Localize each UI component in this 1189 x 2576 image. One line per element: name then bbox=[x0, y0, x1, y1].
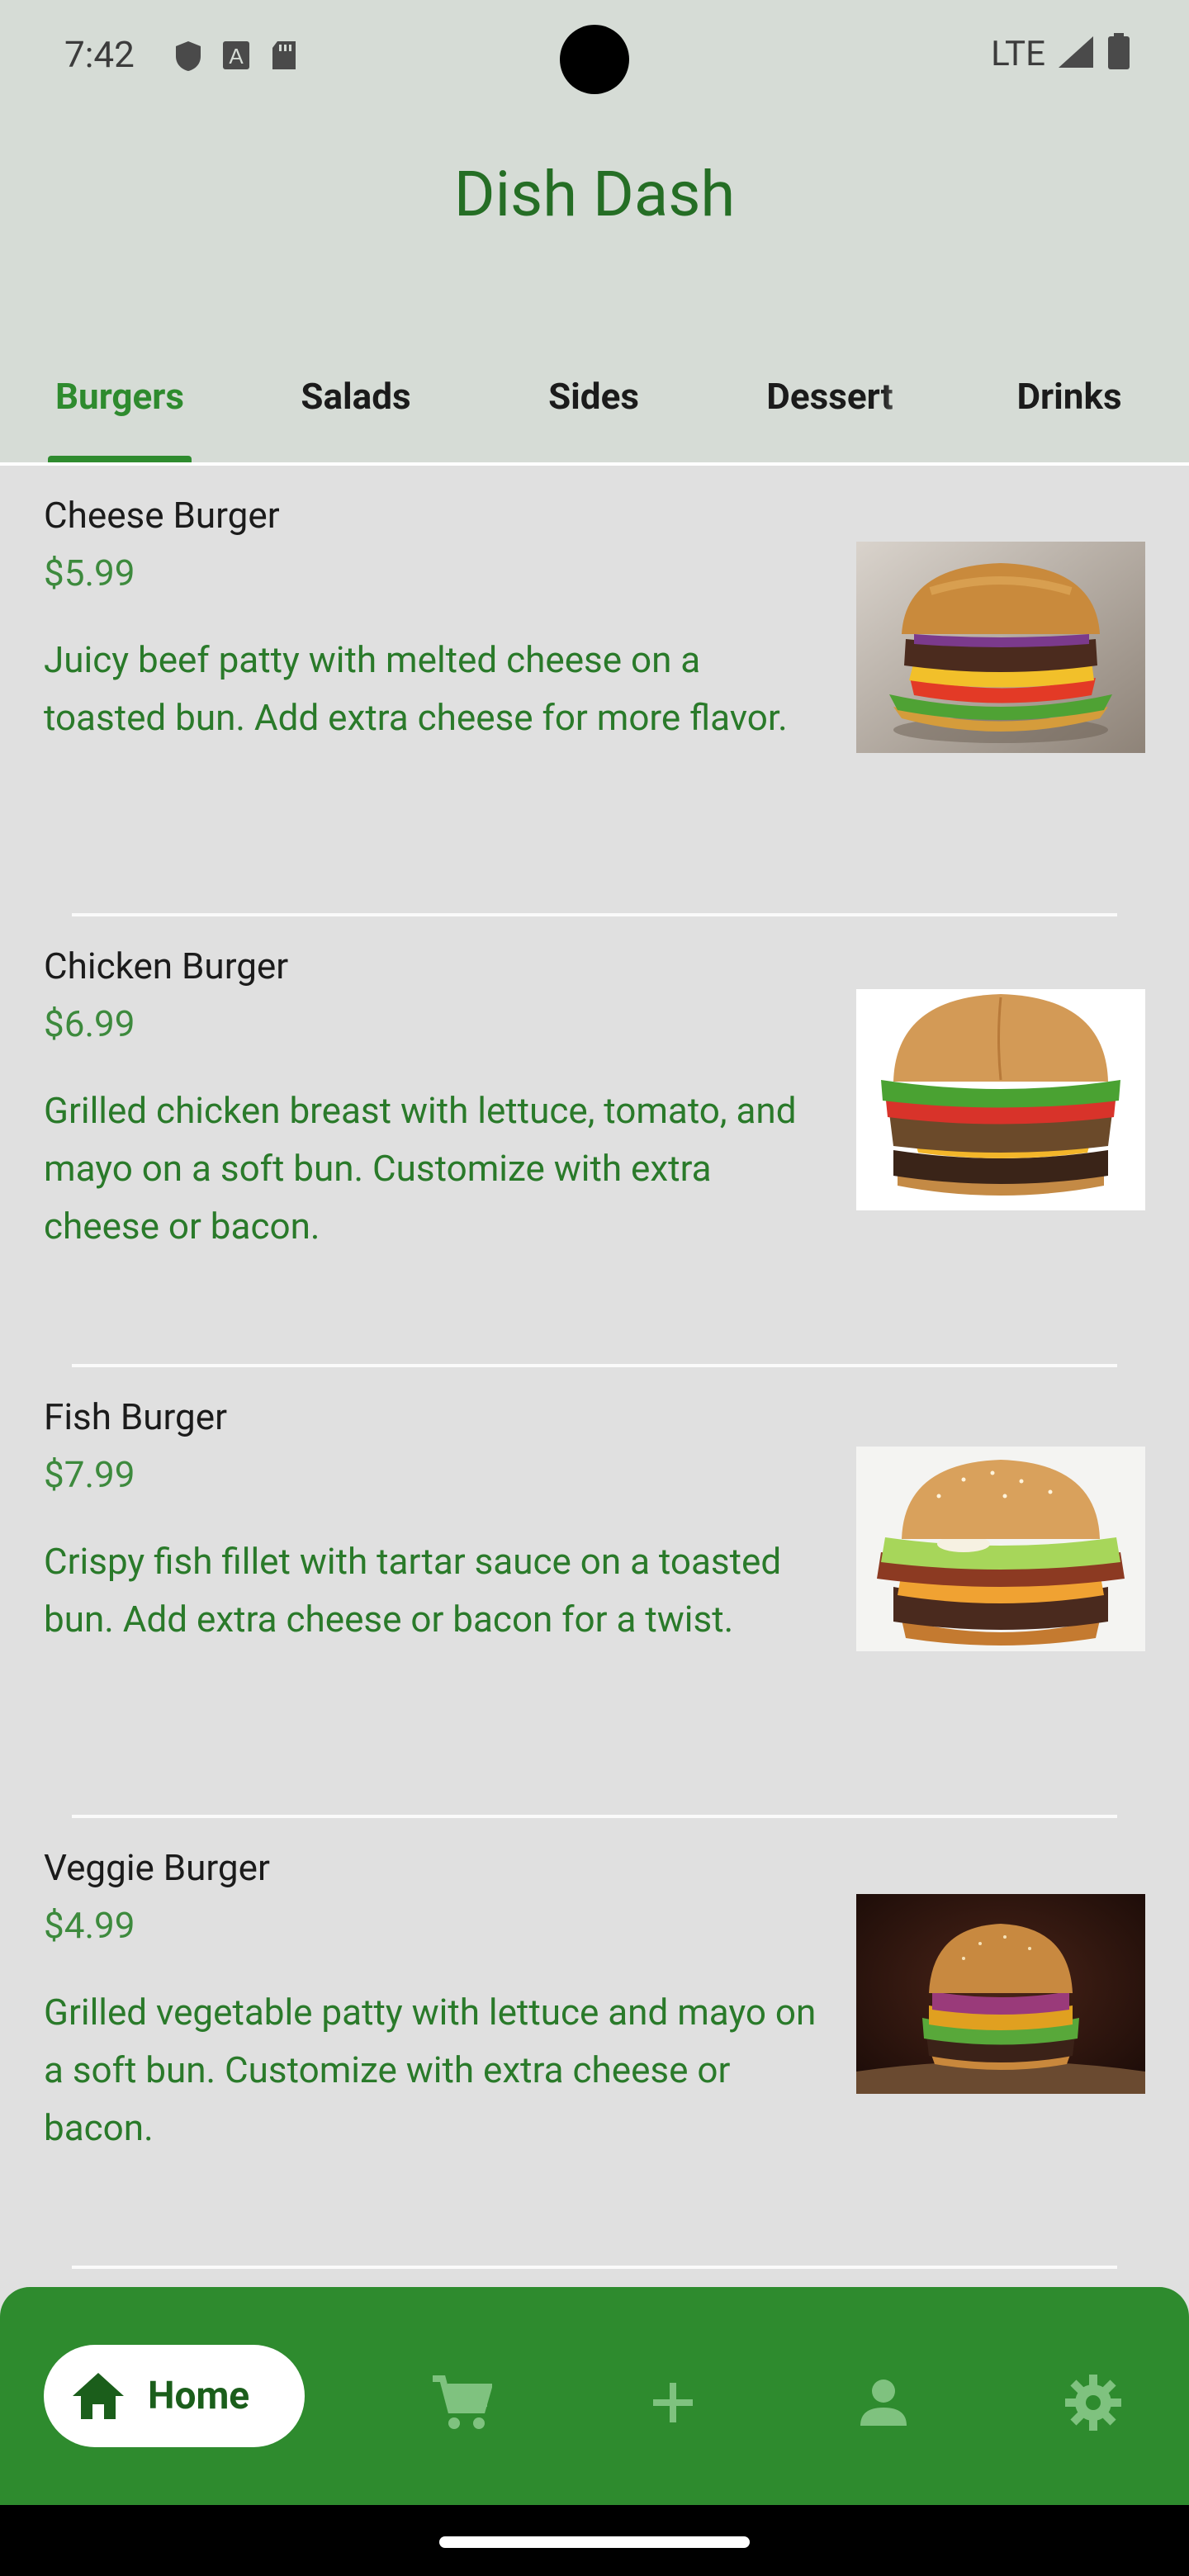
item-separator bbox=[72, 2266, 1117, 2269]
cart-icon[interactable] bbox=[428, 2370, 494, 2436]
text-a-icon: A bbox=[221, 40, 251, 71]
item-price: $5.99 bbox=[44, 552, 135, 594]
veggie-burger-photo bbox=[856, 1894, 1145, 2094]
item-description: Grilled vegetable patty with lettuce and… bbox=[44, 1991, 817, 2149]
tab-sides[interactable]: Sides bbox=[499, 363, 689, 462]
item-description: Grilled chicken breast with lettuce, tom… bbox=[44, 1089, 797, 1248]
status-time: 7:42 bbox=[64, 33, 135, 76]
item-name: Cheese Burger bbox=[44, 494, 280, 537]
signal-icon bbox=[1057, 35, 1095, 73]
item-name: Veggie Burger bbox=[44, 1846, 270, 1889]
app-title: Dish Dash bbox=[453, 157, 736, 231]
settings-icon[interactable] bbox=[1060, 2370, 1126, 2436]
tab-burgers[interactable]: Burgers bbox=[25, 363, 215, 462]
menu-item[interactable]: Fish Burger $7.99 Crispy fish fillet wit… bbox=[0, 1367, 1189, 1818]
add-icon[interactable] bbox=[640, 2370, 706, 2436]
person-icon[interactable] bbox=[850, 2370, 917, 2436]
nav-home-label: Home bbox=[148, 2374, 250, 2418]
chicken-burger-photo bbox=[856, 989, 1145, 1210]
item-price: $4.99 bbox=[44, 1904, 135, 1947]
category-tabs: Burgers Salads Sides Dessert Drinks bbox=[0, 363, 1189, 462]
nav-home-button[interactable]: Home bbox=[44, 2345, 305, 2447]
item-name: Fish Burger bbox=[44, 1395, 227, 1438]
item-description: Juicy beef patty with melted cheese on a… bbox=[44, 638, 788, 739]
item-description: Crispy fish fillet with tartar sauce on … bbox=[44, 1540, 782, 1641]
menu-item[interactable]: Cheese Burger $5.99 Juicy beef patty wit… bbox=[0, 466, 1189, 916]
menu-item[interactable]: Chicken Burger $6.99 Grilled chicken bre… bbox=[0, 916, 1189, 1367]
tab-salads[interactable]: Salads bbox=[261, 363, 451, 462]
battery-icon bbox=[1106, 33, 1131, 74]
network-type: LTE bbox=[991, 33, 1045, 74]
tab-drinks[interactable]: Drinks bbox=[974, 363, 1164, 462]
home-icon bbox=[65, 2363, 131, 2429]
item-name: Chicken Burger bbox=[44, 945, 289, 987]
menu-list: Cheese Burger $5.99 Juicy beef patty wit… bbox=[0, 466, 1189, 2269]
svg-text:A: A bbox=[229, 44, 244, 69]
status-bar: 7:42 A LTE bbox=[0, 0, 1189, 116]
system-navigation-bar bbox=[0, 2505, 1189, 2576]
item-price: $6.99 bbox=[44, 1002, 135, 1045]
menu-item[interactable]: Veggie Burger $4.99 Grilled vegetable pa… bbox=[0, 1818, 1189, 2269]
front-camera bbox=[560, 25, 629, 94]
shield-icon bbox=[173, 40, 203, 71]
gesture-handle[interactable] bbox=[439, 2536, 750, 2548]
item-price: $7.99 bbox=[44, 1453, 135, 1496]
sd-card-icon bbox=[269, 40, 299, 71]
active-tab-indicator bbox=[48, 456, 192, 462]
tab-dessert[interactable]: Dessert bbox=[735, 363, 925, 462]
bottom-navigation: Home bbox=[0, 2287, 1189, 2505]
cheese-burger-photo bbox=[856, 542, 1145, 753]
fish-burger-photo bbox=[856, 1447, 1145, 1651]
